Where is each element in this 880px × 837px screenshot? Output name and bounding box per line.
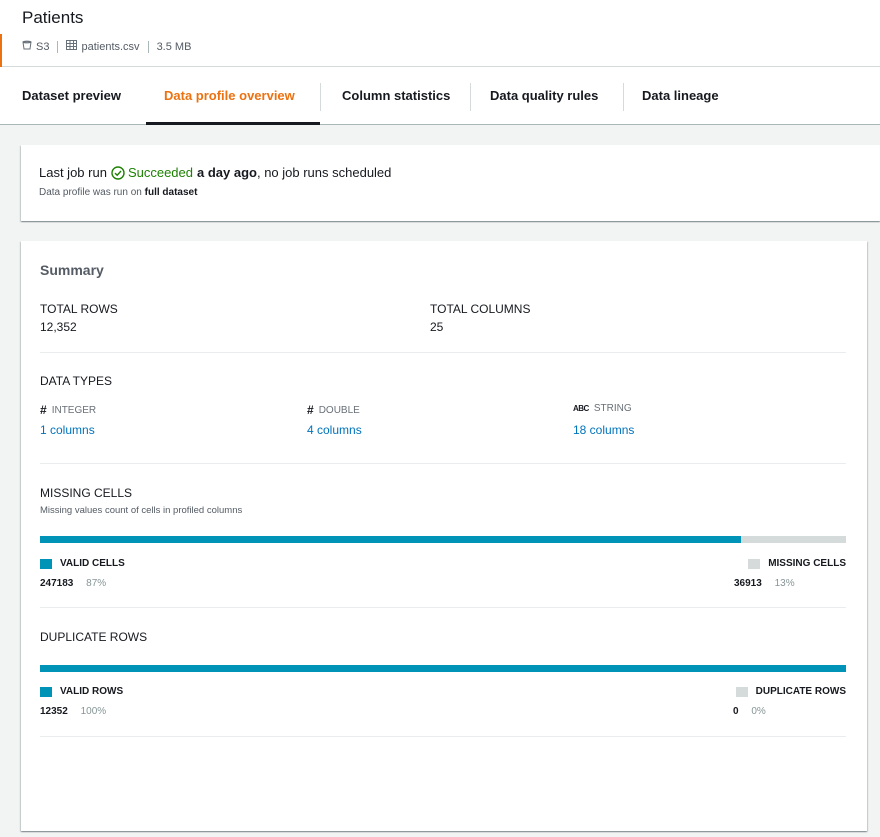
job-prefix: Last job run bbox=[39, 165, 107, 180]
type-double: # DOUBLE bbox=[307, 403, 360, 417]
legend-label: MISSING CELLS bbox=[768, 558, 846, 569]
type-label: STRING bbox=[593, 403, 632, 414]
duplicate-rows-bar bbox=[40, 665, 846, 672]
valid-cells-stat: 247183 87% bbox=[40, 578, 106, 589]
tab-divider bbox=[623, 83, 624, 111]
section-divider bbox=[40, 352, 846, 353]
section-divider bbox=[40, 736, 846, 737]
dataset-size: 3.5 MB bbox=[156, 40, 192, 53]
job-suffix: , no job runs scheduled bbox=[256, 165, 392, 180]
legend-label: VALID CELLS bbox=[60, 558, 125, 569]
missing-cells-count: 36913 bbox=[734, 578, 762, 589]
job-status: Succeeded bbox=[111, 165, 193, 180]
page-header: Patients S3 patients.csv 3.5 MB bbox=[0, 0, 880, 92]
job-status-text: Succeeded bbox=[127, 165, 193, 180]
tab-divider bbox=[470, 83, 471, 111]
type-label: DOUBLE bbox=[318, 404, 360, 416]
missing-cells-pct: 13% bbox=[774, 578, 795, 589]
type-integer: # INTEGER bbox=[40, 403, 96, 417]
tab-dataset-preview[interactable]: Dataset preview bbox=[22, 67, 121, 125]
legend-label: VALID ROWS bbox=[60, 686, 124, 697]
meta-divider bbox=[57, 40, 59, 53]
missing-cells-title: MISSING CELLS bbox=[40, 486, 133, 500]
total-columns-label: TOTAL COLUMNS bbox=[430, 302, 531, 316]
summary-card: Summary TOTAL ROWS 12,352 TOTAL COLUMNS … bbox=[21, 241, 867, 831]
valid-rows-legend: VALID ROWS bbox=[40, 686, 123, 697]
missing-cells-description: Missing values count of cells in profile… bbox=[40, 505, 243, 516]
job-scope: full dataset bbox=[144, 187, 198, 198]
duplicate-rows-count: 0 bbox=[733, 706, 739, 717]
tab-column-statistics[interactable]: Column statistics bbox=[342, 67, 450, 125]
job-when: a day ago bbox=[197, 165, 257, 180]
job-status-card: Last job run Succeeded a day ago , no jo… bbox=[21, 145, 880, 221]
valid-cells-count: 247183 bbox=[40, 578, 74, 589]
valid-cells-pct: 87% bbox=[86, 578, 107, 589]
missing-swatch bbox=[748, 558, 761, 569]
job-status-line: Last job run Succeeded a day ago , no jo… bbox=[39, 165, 391, 180]
type-string: ABC STRING bbox=[573, 403, 632, 414]
valid-swatch bbox=[40, 558, 52, 569]
hash-icon: # bbox=[307, 403, 314, 417]
valid-rows-count: 12352 bbox=[40, 706, 68, 717]
dataset-meta: S3 patients.csv 3.5 MB bbox=[22, 40, 191, 53]
job-scope-note: Data profile was run on full dataset bbox=[39, 187, 197, 198]
string-columns-link[interactable]: 18 columns bbox=[573, 423, 634, 437]
summary-title: Summary bbox=[40, 262, 104, 278]
data-types-title: DATA TYPES bbox=[40, 374, 113, 388]
bucket-icon bbox=[22, 40, 32, 53]
tab-data-quality-rules[interactable]: Data quality rules bbox=[490, 67, 598, 125]
duplicate-swatch bbox=[735, 686, 748, 697]
integer-columns-link[interactable]: 1 columns bbox=[40, 423, 95, 437]
valid-rows-fill bbox=[40, 665, 846, 672]
missing-cells-stat: 36913 13% bbox=[734, 578, 795, 589]
valid-cells-fill bbox=[40, 536, 742, 543]
section-divider bbox=[40, 607, 846, 608]
total-rows-value: 12,352 bbox=[40, 320, 77, 334]
type-label: INTEGER bbox=[51, 404, 97, 416]
double-columns-link[interactable]: 4 columns bbox=[307, 423, 362, 437]
duplicate-rows-pct: 0% bbox=[751, 706, 766, 717]
dataset-source: S3 bbox=[36, 40, 50, 53]
table-icon bbox=[66, 40, 78, 53]
duplicate-rows-stat: 0 0% bbox=[733, 706, 766, 717]
total-rows-label: TOTAL ROWS bbox=[40, 302, 118, 316]
valid-rows-stat: 12352 100% bbox=[40, 706, 106, 717]
valid-swatch bbox=[40, 686, 52, 697]
tab-divider bbox=[320, 83, 321, 111]
abc-icon: ABC bbox=[573, 404, 589, 413]
hash-icon: # bbox=[40, 403, 47, 417]
active-tab-indicator bbox=[146, 122, 320, 125]
missing-cells-legend: MISSING CELLS bbox=[748, 558, 846, 569]
total-columns-value: 25 bbox=[430, 320, 444, 334]
duplicate-rows-legend: DUPLICATE ROWS bbox=[735, 686, 846, 697]
tab-bar: Dataset preview Data profile overview Co… bbox=[0, 67, 880, 125]
missing-cells-bar bbox=[40, 536, 846, 543]
valid-rows-pct: 100% bbox=[80, 706, 107, 717]
dataset-file: patients.csv bbox=[81, 40, 140, 53]
check-circle-icon bbox=[111, 165, 125, 180]
legend-label: DUPLICATE ROWS bbox=[755, 686, 846, 697]
tab-data-profile-overview[interactable]: Data profile overview bbox=[164, 67, 295, 125]
meta-divider bbox=[147, 40, 149, 53]
tab-data-lineage[interactable]: Data lineage bbox=[642, 67, 719, 125]
page-title: Patients bbox=[22, 8, 84, 27]
section-divider bbox=[40, 463, 846, 464]
valid-cells-legend: VALID CELLS bbox=[40, 558, 125, 569]
duplicate-rows-title: DUPLICATE ROWS bbox=[40, 630, 148, 644]
job-scope-prefix: Data profile was run on bbox=[39, 187, 142, 198]
